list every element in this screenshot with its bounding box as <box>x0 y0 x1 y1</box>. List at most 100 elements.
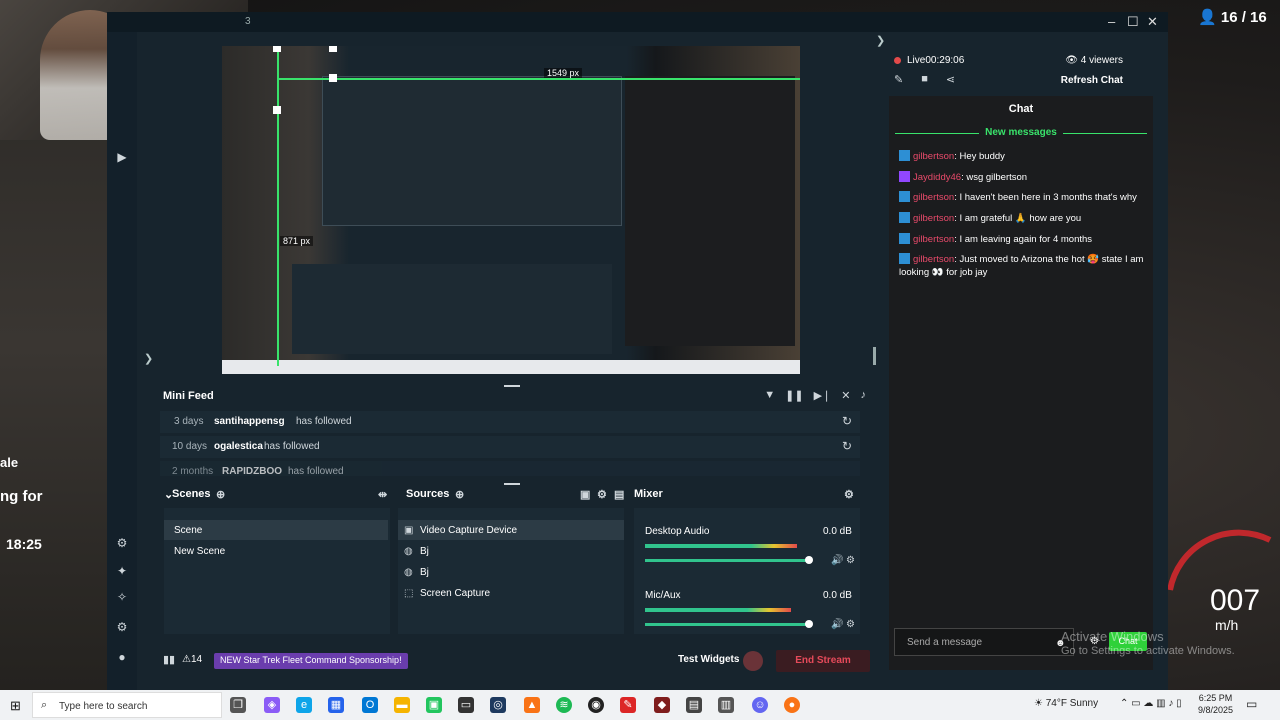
mute-alerts-icon[interactable]: ✕ <box>841 389 850 402</box>
app-icon[interactable]: ▤ <box>686 697 702 713</box>
task-view-icon[interactable]: ❐ <box>230 697 246 713</box>
file-explorer-icon[interactable]: ▬ <box>394 697 410 713</box>
speaker-icon[interactable]: 🔊 <box>831 555 843 566</box>
maximize-icon[interactable]: ☐ <box>1127 14 1139 30</box>
test-widgets-button[interactable]: Test Widgets <box>678 654 739 665</box>
source-item[interactable]: ◍ Bj <box>398 541 624 561</box>
stats-icon[interactable]: ▮▮ <box>163 653 175 666</box>
weather-icon: ☀ <box>1034 698 1043 709</box>
chat-username[interactable]: gilbertson <box>913 254 954 265</box>
camera-icon[interactable]: ■ <box>921 73 928 86</box>
search-icon: ⌕ <box>41 699 48 711</box>
filter-icon[interactable]: ▼ <box>764 389 775 402</box>
live-status: Live00:29:06 <box>907 55 964 66</box>
camera-icon: ▣ <box>404 525 414 536</box>
obs-icon[interactable]: ◉ <box>588 697 604 713</box>
add-source-icon[interactable]: ⊕ <box>455 488 464 501</box>
highlighter-icon[interactable]: ✧ <box>115 590 129 604</box>
game-icon[interactable]: ◆ <box>654 697 670 713</box>
streamlabs-icon[interactable]: ▣ <box>426 697 442 713</box>
source-label: Screen Capture <box>420 588 491 599</box>
windows-start-icon[interactable]: ⊞ <box>10 698 21 714</box>
player-counter: 👤 16 / 16 <box>1198 8 1267 26</box>
end-stream-button[interactable]: End Stream <box>776 650 870 672</box>
mini-feed-tools: ▼ ❚❚ ▶❘ ✕ ♪ <box>764 389 866 402</box>
windows-taskbar: ⊞ ⌕ Type here to search ❐ ◈ e ▦ O ▬ ▣ ▭ … <box>0 690 1280 720</box>
app-icon[interactable]: ● <box>784 697 800 713</box>
close-icon[interactable]: ✕ <box>1147 14 1158 30</box>
share-icon[interactable]: ⋖ <box>946 73 955 86</box>
mini-feed-title: Mini Feed <box>163 390 214 402</box>
settings-icon[interactable]: ⚙ <box>115 620 129 634</box>
promo-banner[interactable]: NEW Star Trek Fleet Command Sponsorship! <box>214 653 408 669</box>
add-scene-icon[interactable]: ⊕ <box>216 488 225 501</box>
source-settings-icon[interactable]: ⚙ <box>597 488 607 501</box>
scene-item[interactable]: New Scene <box>164 541 388 561</box>
notification-icon[interactable]: ▭ <box>1246 697 1257 711</box>
replay-icon[interactable]: ↻ <box>842 414 852 428</box>
resize-handle[interactable] <box>273 46 281 52</box>
play-icon[interactable]: ▶ <box>115 150 129 164</box>
nested-dock <box>292 264 612 354</box>
chat-username[interactable]: gilbertson <box>913 151 954 162</box>
refresh-chat-button[interactable]: Refresh Chat <box>1061 75 1123 86</box>
system-clock[interactable]: 6:25 PM 9/8/2025 <box>1198 692 1233 716</box>
folder-icon[interactable]: ▣ <box>580 488 590 501</box>
user-icon[interactable]: ● <box>115 650 129 664</box>
feed-user: ogalestica <box>214 441 263 452</box>
spotify-icon[interactable]: ≋ <box>556 697 572 713</box>
gear-icon[interactable]: ⚙ <box>846 555 855 566</box>
chat-username[interactable]: gilbertson <box>913 213 954 224</box>
scene-transition-icon[interactable]: ⇹ <box>378 488 387 501</box>
nested-screen-capture <box>322 76 622 226</box>
chat-message-input[interactable]: Send a message <box>894 628 1074 656</box>
app-icon[interactable]: ✎ <box>620 697 636 713</box>
app-icon[interactable]: ▥ <box>718 697 734 713</box>
chat-username[interactable]: gilbertson <box>913 192 954 203</box>
source-properties-icon[interactable]: ▤ <box>614 488 624 501</box>
resize-handle[interactable] <box>273 106 281 114</box>
source-item[interactable]: ◍ Bj <box>398 562 624 582</box>
store-icon[interactable]: ▦ <box>328 697 344 713</box>
scene-item[interactable]: Scene <box>164 520 388 540</box>
volume-slider-knob[interactable] <box>805 556 813 564</box>
volume-icon[interactable]: ♪ <box>861 389 867 402</box>
source-item[interactable]: ▣ Video Capture Device <box>398 520 624 540</box>
outlook-icon[interactable]: O <box>362 697 378 713</box>
apps-icon[interactable]: ✦ <box>115 564 129 578</box>
skip-icon[interactable]: ▶❘ <box>814 389 832 402</box>
system-tray-icons[interactable]: ⌃ ▭ ☁ ▥ ♪ ▯ <box>1120 698 1182 709</box>
taskbar-search[interactable]: ⌕ Type here to search <box>32 692 222 718</box>
gear-icon[interactable]: ⚙ <box>846 619 855 630</box>
discord-icon[interactable]: ☺ <box>752 697 768 713</box>
volume-slider[interactable] <box>645 559 809 562</box>
copilot-icon[interactable]: ◈ <box>264 697 280 713</box>
volume-slider[interactable] <box>645 623 809 626</box>
preview-scrollbar[interactable] <box>873 347 876 365</box>
theme-icon[interactable]: ⚙ <box>115 536 129 550</box>
speaker-icon[interactable]: 🔊 <box>831 619 843 630</box>
source-item[interactable]: ⬚ Screen Capture <box>398 583 624 603</box>
mixer-channel-db: 0.0 dB <box>823 526 852 537</box>
chevron-right-icon[interactable]: ❯ <box>876 34 885 47</box>
pause-icon[interactable]: ❚❚ <box>785 389 803 402</box>
window-icon[interactable]: ▭ <box>458 697 474 713</box>
chevron-left-icon[interactable]: ❯ <box>144 352 153 365</box>
footer-bar: ▮▮ ⚠14 NEW Star Trek Fleet Command Spons… <box>156 649 870 675</box>
nested-taskbar <box>222 360 800 374</box>
app-icon[interactable]: ▲ <box>524 697 540 713</box>
resize-handle[interactable] <box>329 74 337 82</box>
stream-preview[interactable]: 1549 px 871 px <box>222 46 800 374</box>
record-button[interactable] <box>743 651 763 671</box>
mixer-settings-icon[interactable]: ⚙ <box>844 488 854 501</box>
chat-username[interactable]: gilbertson <box>913 234 954 245</box>
volume-slider-knob[interactable] <box>805 620 813 628</box>
edge-icon[interactable]: e <box>296 697 312 713</box>
steam-icon[interactable]: ◎ <box>490 697 506 713</box>
minimize-icon[interactable]: – <box>1108 14 1115 29</box>
weather-widget[interactable]: ☀ 74°F Sunny <box>1034 698 1098 709</box>
chat-username[interactable]: Jaydiddy46 <box>913 172 961 183</box>
edit-icon[interactable]: ✎ <box>894 73 903 86</box>
replay-icon[interactable]: ↻ <box>842 439 852 453</box>
resize-handle[interactable] <box>329 46 337 52</box>
